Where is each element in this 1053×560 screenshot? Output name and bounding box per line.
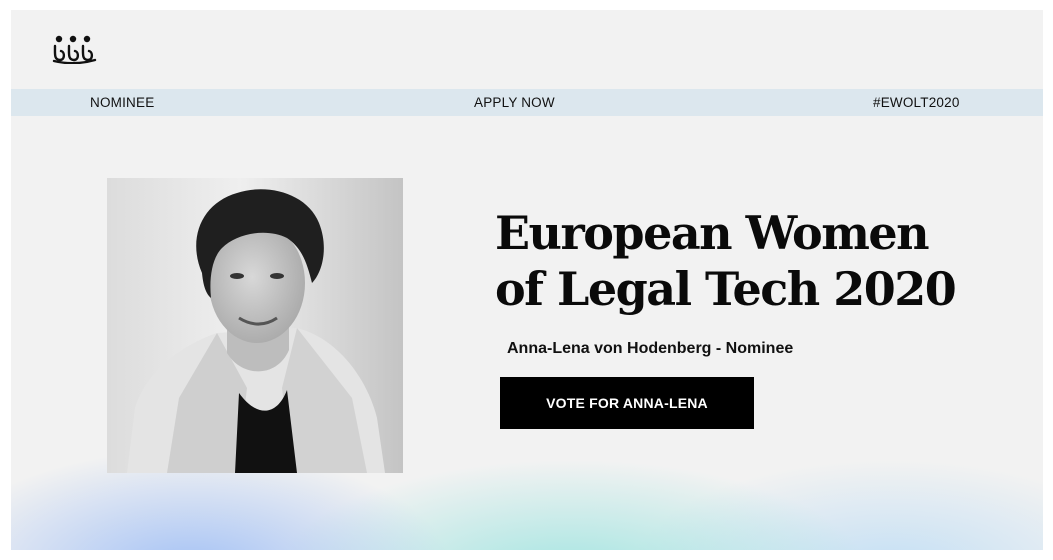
nominee-subtitle: Anna-Lena von Hodenberg - Nominee [507,340,794,357]
page-frame: NOMINEE APPLY NOW #EWOLT2020 European Wo… [11,10,1043,550]
page-title-line-1: European Women [495,206,930,260]
nav-apply-now-link[interactable]: APPLY NOW [474,89,555,116]
header [11,10,1043,89]
page-title: European Women of Legal Tech 2020 [495,205,1015,317]
vote-button[interactable]: VOTE FOR ANNA-LENA [500,377,754,429]
ewolt-logo-icon[interactable] [51,34,97,65]
nominee-portrait [107,178,403,473]
nav-nominee-link[interactable]: NOMINEE [90,89,154,116]
nav-hashtag-link[interactable]: #EWOLT2020 [873,89,960,116]
top-nav: NOMINEE APPLY NOW #EWOLT2020 [11,89,1043,116]
page-title-line-2: of Legal Tech 2020 [495,262,957,316]
